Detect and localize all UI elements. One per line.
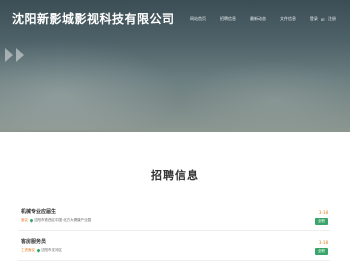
job-title[interactable]: 机械专业应届生 xyxy=(21,208,56,215)
chevron-right-icon[interactable] xyxy=(16,48,24,62)
hero-haze xyxy=(0,40,180,130)
job-meta: 工资面议 沈阳市沈河区 xyxy=(21,248,62,253)
chevron-right-icon[interactable] xyxy=(5,48,13,62)
location-pin-icon xyxy=(36,248,41,253)
job-date: 3-18 xyxy=(318,240,328,245)
carousel-arrows xyxy=(5,48,27,62)
hero-banner: 沈阳新影城影视科技有限公司 网站首页 招聘信息 最新动态 文件信息 登录 or … xyxy=(0,0,350,132)
nav-news[interactable]: 最新动态 xyxy=(250,16,266,22)
nav-files[interactable]: 文件信息 xyxy=(280,16,296,22)
job-location: 沈阳市铁西区中国·北方大健康产业园 xyxy=(34,218,92,222)
job-meta: 面议 沈阳市铁西区中国·北方大健康产业园 xyxy=(21,218,91,223)
job-item[interactable]: 机械专业应届生 面议 沈阳市铁西区中国·北方大健康产业园 3-18 全职 xyxy=(18,208,330,231)
job-type-badge: 全职 xyxy=(315,218,328,225)
job-salary: 工资面议 xyxy=(21,248,35,252)
nav-home[interactable]: 网站首页 xyxy=(190,16,206,22)
job-location: 沈阳市沈河区 xyxy=(41,248,62,252)
job-title[interactable]: 客房服务员 xyxy=(21,238,46,245)
register-link[interactable]: 注册 xyxy=(328,16,336,22)
site-brand[interactable]: 沈阳新影城影视科技有限公司 xyxy=(12,10,175,27)
nav-jobs[interactable]: 招聘信息 xyxy=(220,16,236,22)
main-nav: 网站首页 招聘信息 最新动态 文件信息 xyxy=(190,16,310,22)
job-item[interactable]: 客房服务员 工资面议 沈阳市沈河区 3-18 全职 xyxy=(18,238,330,261)
job-salary: 面议 xyxy=(21,218,28,222)
job-type-badge: 全职 xyxy=(315,248,328,255)
auth-separator: or xyxy=(320,16,325,22)
location-pin-icon xyxy=(29,218,34,223)
job-date: 3-18 xyxy=(318,210,328,215)
login-link[interactable]: 登录 xyxy=(310,16,318,22)
section-title: 招聘信息 xyxy=(151,169,199,182)
hero-haze-right xyxy=(180,60,350,132)
auth-links: 登录 or 注册 xyxy=(307,16,336,22)
